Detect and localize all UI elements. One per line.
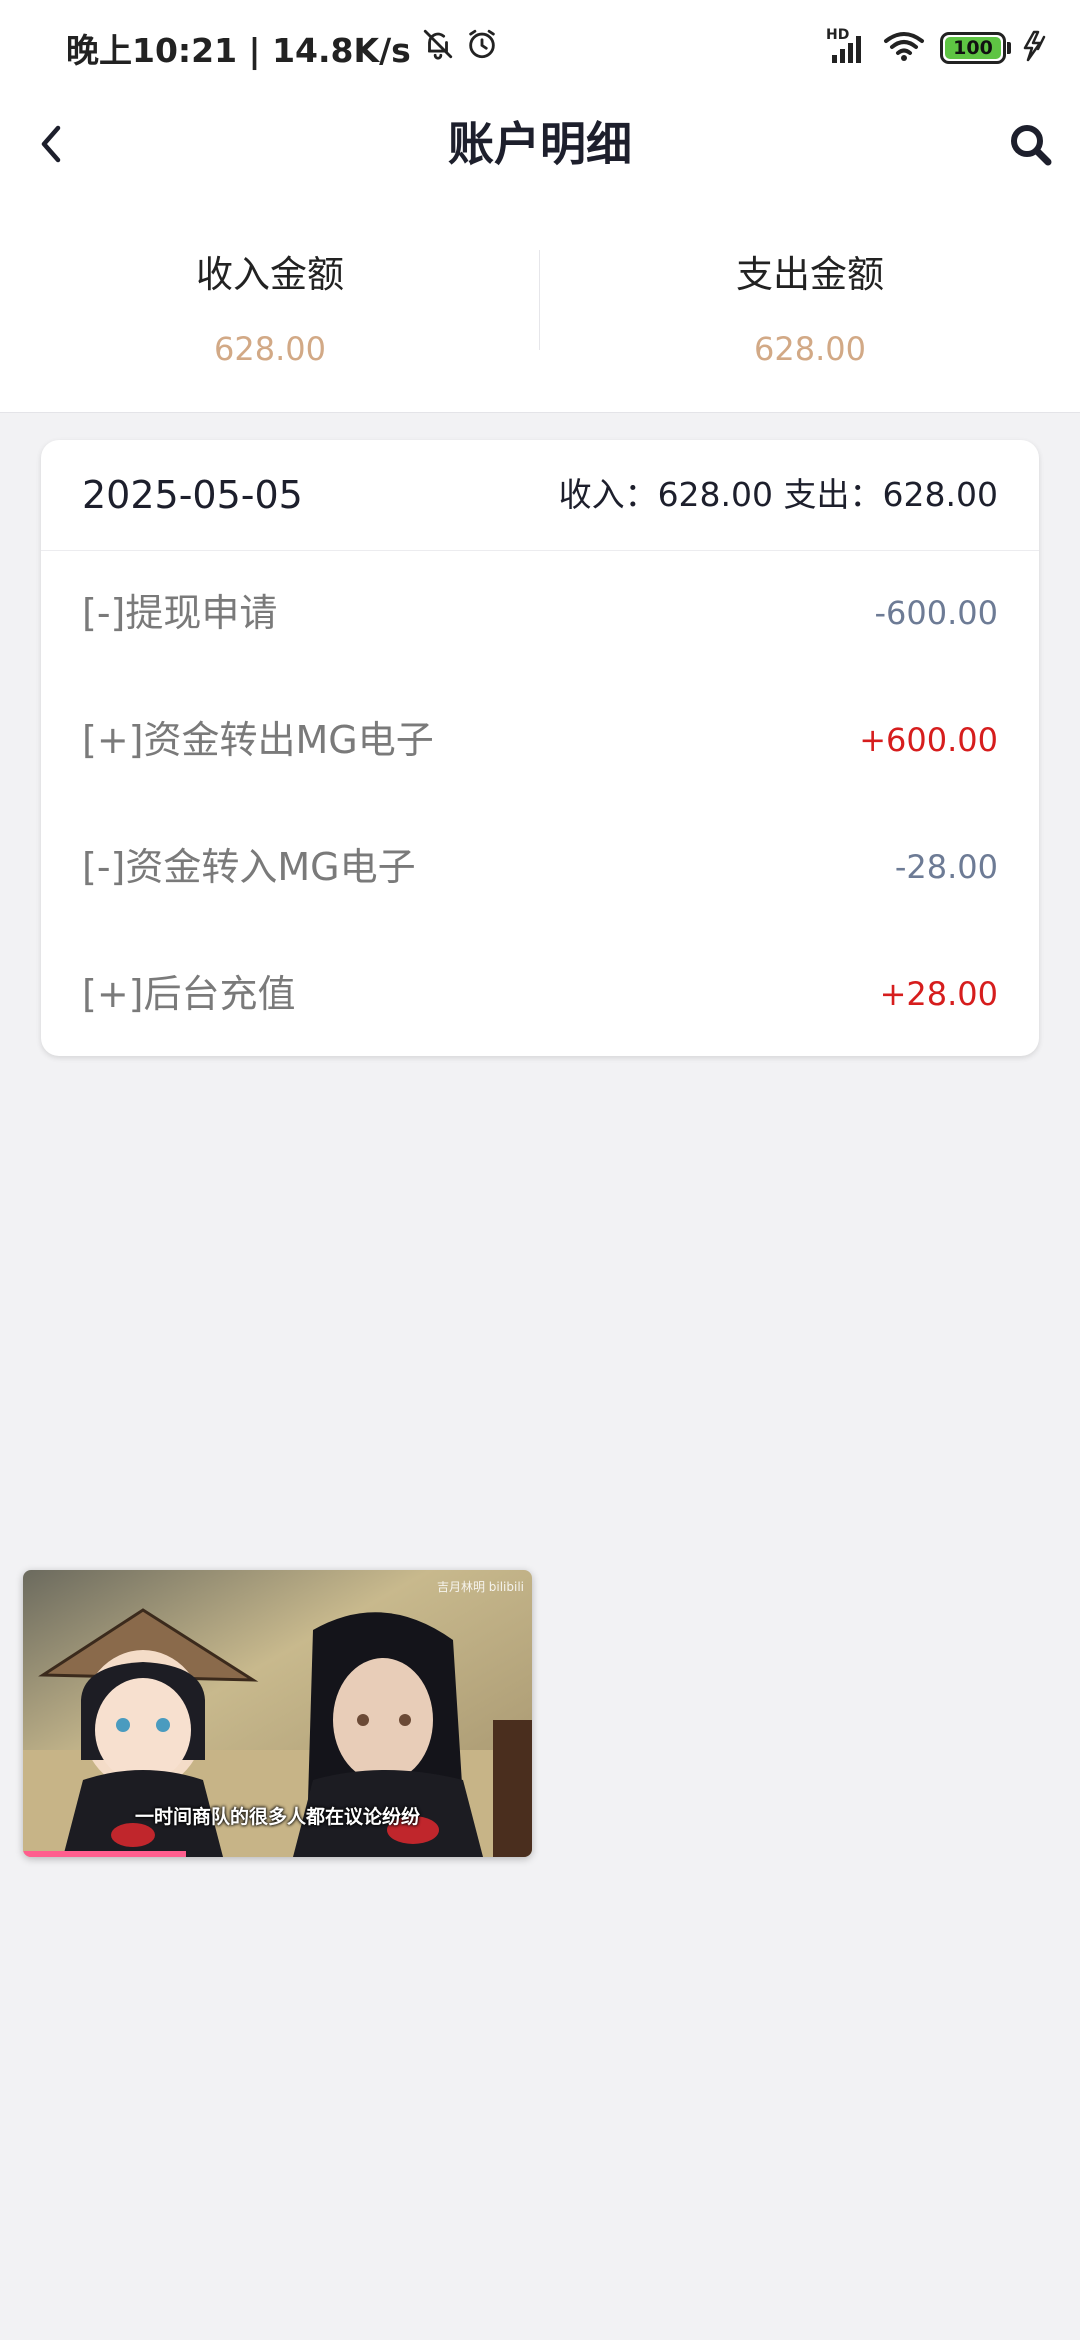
transaction-desc: [-]提现申请 [82, 591, 278, 635]
floating-video[interactable]: 吉月林明 bilibili 一时间商队的很多人都在议论纷纷 [23, 1570, 532, 1857]
status-right: HD 100 [826, 24, 1050, 72]
transaction-row[interactable]: [-]资金转入MG电子 -28.00 [41, 804, 1039, 931]
battery-icon: 100 [940, 32, 1011, 64]
hd-label: HD [826, 27, 850, 43]
transaction-amount: +600.00 [859, 721, 998, 759]
card-header: 2025-05-05 收入：628.00 支出：628.00 [41, 440, 1039, 551]
search-button[interactable] [1000, 114, 1062, 176]
search-icon [1011, 125, 1052, 166]
income-label: 收入金额 [196, 253, 344, 296]
transaction-desc: [-]资金转入MG电子 [82, 845, 416, 889]
video-caption: 一时间商队的很多人都在议论纷纷 [134, 1806, 420, 1828]
transaction-desc: [+]后台充值 [82, 972, 296, 1016]
video-progress [23, 1851, 186, 1857]
card-date: 2025-05-05 [82, 473, 303, 517]
income-summary: 收入金额 628.00 [0, 192, 540, 412]
transaction-card: 2025-05-05 收入：628.00 支出：628.00 [-]提现申请 -… [41, 440, 1039, 1056]
battery-level: 100 [953, 37, 993, 59]
transaction-row[interactable]: [-]提现申请 -600.00 [41, 550, 1039, 677]
status-bar: 晚上10:21 | 14.8K/s HD 100 [0, 0, 1080, 96]
transaction-amount: -28.00 [894, 848, 998, 886]
expense-summary: 支出金额 628.00 [540, 192, 1080, 412]
mute-bell-icon [421, 27, 455, 69]
app-header: 账户明细 [0, 96, 1080, 192]
amount-summary: 收入金额 628.00 支出金额 628.00 [0, 192, 1080, 413]
expense-label: 支出金额 [736, 253, 884, 296]
status-left: 晚上10:21 | 14.8K/s [66, 24, 499, 72]
transaction-amount: -600.00 [874, 594, 998, 632]
video-watermark: 吉月林明 bilibili [436, 1580, 524, 1594]
signal-icon: HD [826, 27, 868, 65]
charging-icon [1020, 29, 1050, 67]
card-day-summary: 收入：628.00 支出：628.00 [558, 475, 998, 514]
page-title: 账户明细 [448, 117, 632, 171]
status-time-speed: 晚上10:21 | 14.8K/s [66, 31, 411, 70]
alarm-icon [465, 27, 499, 69]
transaction-amount: +28.00 [879, 975, 998, 1013]
wifi-icon [882, 29, 926, 67]
transaction-row[interactable]: [+]后台充值 +28.00 [41, 931, 1039, 1056]
transaction-desc: [+]资金转出MG电子 [82, 718, 434, 762]
battery-tip [1007, 42, 1011, 54]
expense-value: 628.00 [754, 330, 866, 368]
income-value: 628.00 [214, 330, 326, 368]
transaction-row[interactable]: [+]资金转出MG电子 +600.00 [41, 677, 1039, 804]
